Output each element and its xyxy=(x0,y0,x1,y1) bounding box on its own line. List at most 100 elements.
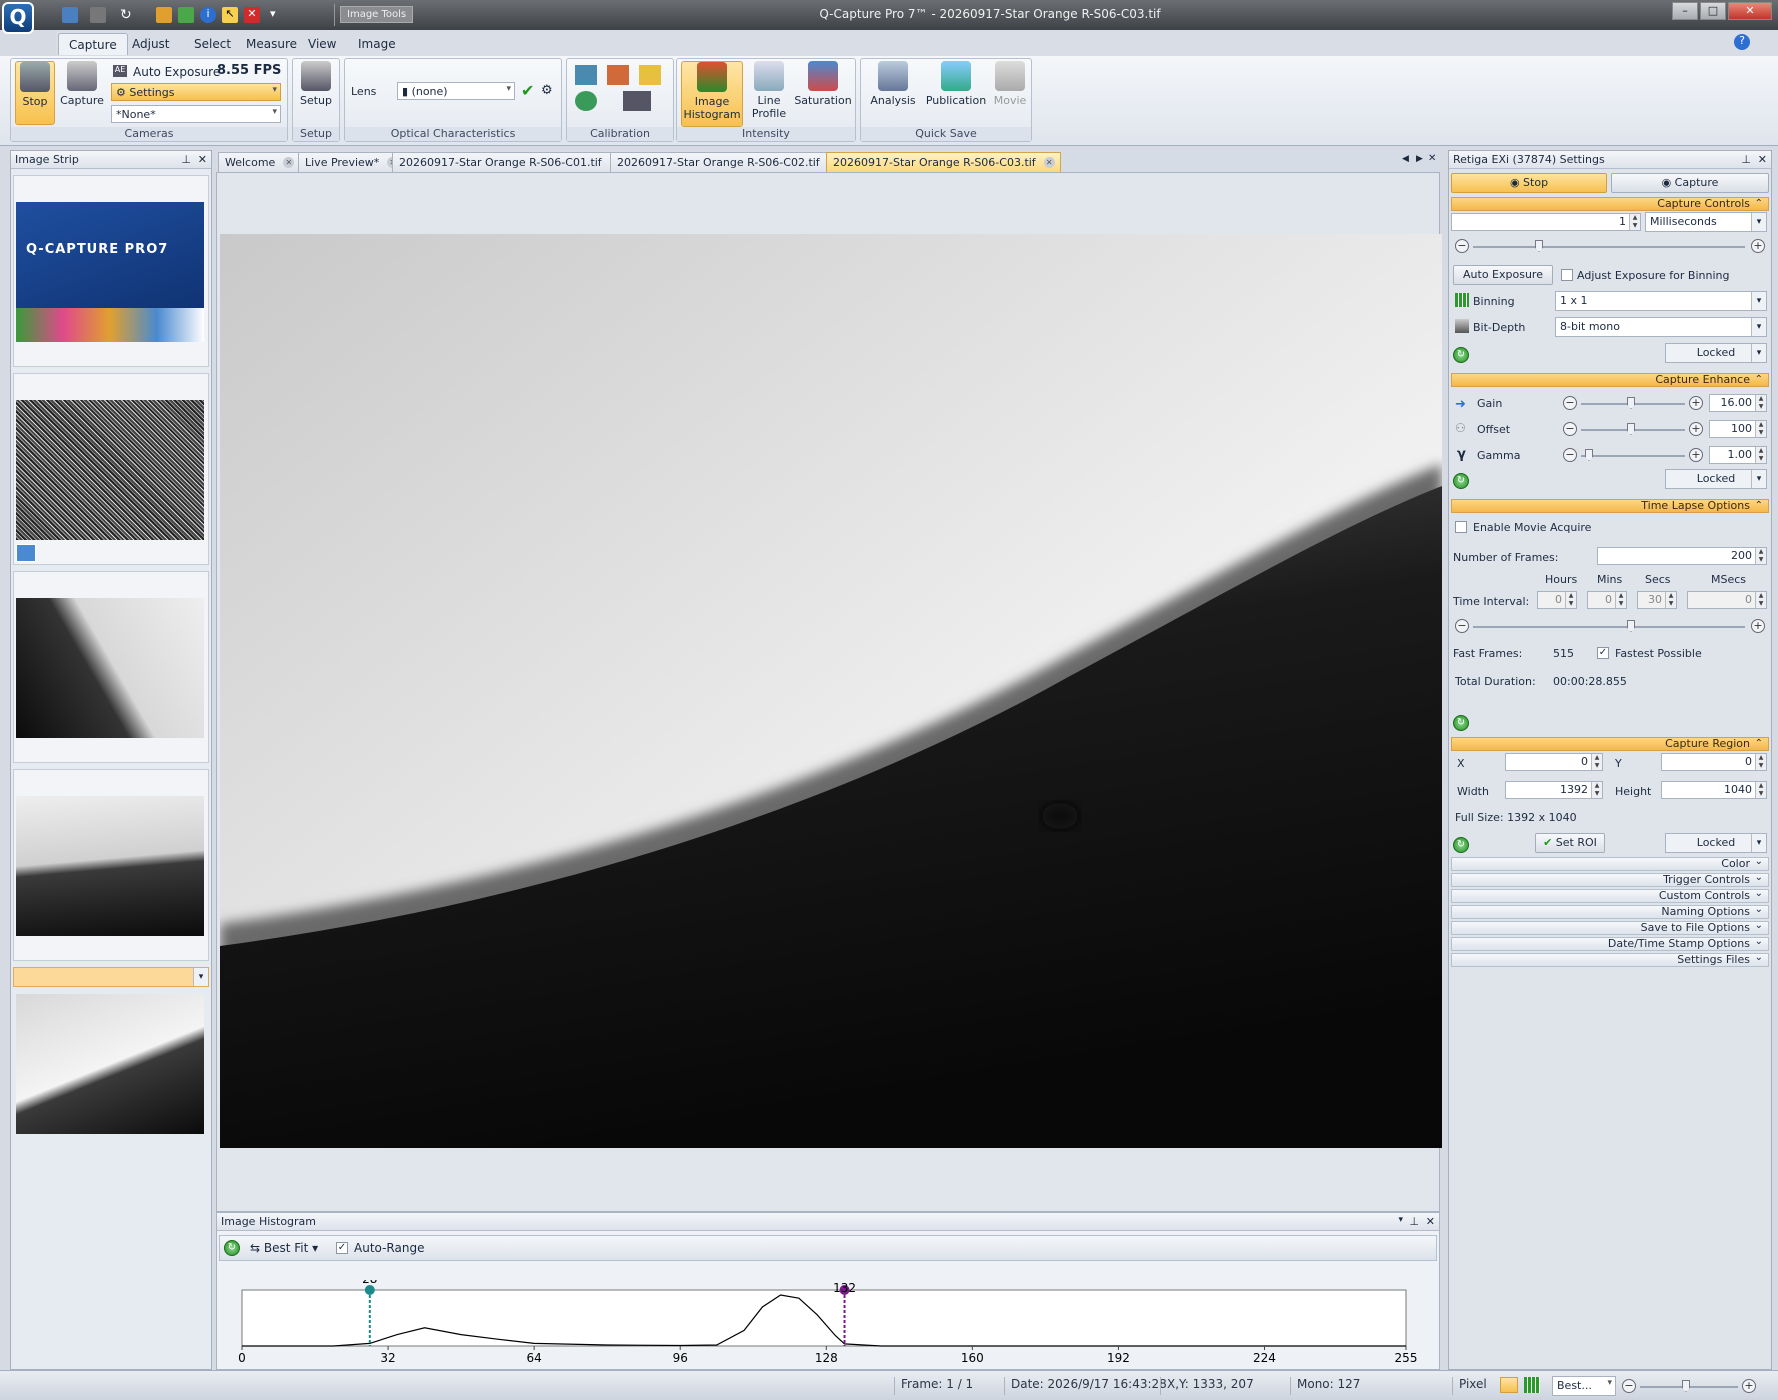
capture-enhance-section[interactable]: Capture Enhance xyxy=(1451,373,1769,387)
locked-select[interactable]: Locked xyxy=(1665,833,1767,853)
decrease-icon[interactable]: − xyxy=(1563,422,1577,436)
maximize-button[interactable]: □ xyxy=(1700,2,1726,20)
pin-icon[interactable]: ⊥ xyxy=(1741,153,1751,166)
mins-input[interactable]: 0 ▲ ▼ xyxy=(1587,591,1627,609)
thumbnail-c01[interactable] xyxy=(13,571,209,763)
tab-live-preview[interactable]: Live Preview*✕ xyxy=(298,152,405,172)
enable-movie-checkbox[interactable] xyxy=(1455,521,1467,533)
set-roi-button[interactable]: ✔ Set ROI xyxy=(1535,833,1605,853)
thumbnail-c02[interactable] xyxy=(13,769,209,961)
exposure-unit-select[interactable]: Milliseconds xyxy=(1645,212,1767,232)
capture-region-section[interactable]: Capture Region xyxy=(1451,737,1769,751)
capture-controls-section[interactable]: Capture Controls xyxy=(1451,197,1769,211)
app-logo[interactable]: Q xyxy=(2,2,34,34)
offset-slider-thumb[interactable] xyxy=(1627,423,1635,435)
zoom-in-icon[interactable]: + xyxy=(1742,1379,1756,1393)
decrease-icon[interactable]: − xyxy=(1455,239,1469,253)
gamma-input[interactable]: 1.00 ▲ ▼ xyxy=(1709,446,1767,464)
dropdown-icon[interactable]: ▾ xyxy=(1398,1215,1403,1225)
exposure-slider-thumb[interactable] xyxy=(1535,240,1543,252)
auto-exposure-button[interactable]: Auto Exposure xyxy=(1453,265,1553,285)
date-time-stamp-section[interactable]: Date/Time Stamp Options xyxy=(1451,936,1769,951)
tab-c03[interactable]: 20260917-Star Orange R-S06-C03.tif ✕ xyxy=(826,152,1061,172)
time-lapse-section[interactable]: Time Lapse Options xyxy=(1451,499,1769,513)
decrease-icon[interactable]: − xyxy=(1563,396,1577,410)
minimize-button[interactable]: – xyxy=(1672,2,1698,20)
publication-button[interactable]: Publication xyxy=(923,61,989,127)
calibrate-icon[interactable] xyxy=(575,65,597,85)
naming-options-section[interactable]: Naming Options xyxy=(1451,904,1769,919)
saturation-button[interactable]: Saturation xyxy=(793,61,853,127)
increase-icon[interactable]: + xyxy=(1689,448,1703,462)
spinner-icon[interactable]: ▲ ▼ xyxy=(1629,214,1640,230)
bit-depth-select[interactable]: 8-bit mono xyxy=(1555,317,1767,337)
tab-scroll-left-icon[interactable]: ◀ xyxy=(1402,154,1409,164)
settings-files-section[interactable]: Settings Files xyxy=(1451,952,1769,967)
decrease-icon[interactable]: − xyxy=(1563,448,1577,462)
spinner-icon[interactable]: ▲ ▼ xyxy=(1755,447,1766,463)
close-tab-icon[interactable]: ✕ xyxy=(1043,157,1055,168)
spinner-icon[interactable]: ▲ ▼ xyxy=(1591,782,1602,798)
spinner-icon[interactable]: ▲ ▼ xyxy=(1755,754,1766,770)
close-panel-icon[interactable]: ✕ xyxy=(1758,153,1767,166)
histogram-chart[interactable]: 28 132 0 32 64 96 128 160 192 224 255 xyxy=(216,1280,1440,1370)
increase-icon[interactable]: + xyxy=(1751,619,1765,633)
zoom-slider-thumb[interactable] xyxy=(1682,1380,1690,1392)
close-panel-icon[interactable]: ✕ xyxy=(1426,1215,1435,1228)
save-to-file-section[interactable]: Save to File Options xyxy=(1451,920,1769,935)
capture-button[interactable]: Capture xyxy=(59,61,105,125)
settings-dropdown[interactable]: ⚙ Settings xyxy=(111,83,281,101)
save-icon[interactable] xyxy=(90,7,106,23)
fastest-possible-checkbox[interactable]: ✓ xyxy=(1597,647,1609,659)
locked-select[interactable]: Locked xyxy=(1665,469,1767,489)
tab-capture[interactable]: Capture xyxy=(58,33,128,55)
movie-button[interactable]: Movie xyxy=(991,61,1029,127)
frames-input[interactable]: 200 ▲ ▼ xyxy=(1597,547,1767,565)
tab-welcome[interactable]: Welcome ✕ xyxy=(218,152,301,172)
pin-icon[interactable]: ⊥ xyxy=(1409,1215,1419,1228)
low-marker-handle[interactable] xyxy=(364,1285,375,1295)
increase-icon[interactable]: + xyxy=(1689,396,1703,410)
gain-input[interactable]: 16.00 ▲ ▼ xyxy=(1709,394,1767,412)
capture-tab-button[interactable]: ◉ Capture xyxy=(1611,173,1769,193)
tab-c01[interactable]: 20260917-Star Orange R-S06-C01.tif✕ xyxy=(392,152,627,172)
pin-icon[interactable]: ⊥ xyxy=(181,153,191,166)
thumbnail-welcome[interactable]: Q-CAPTURE PRO7 xyxy=(13,175,209,367)
pixel-mode[interactable]: Pixel xyxy=(1452,1377,1487,1395)
camera-calibration-icon[interactable] xyxy=(623,91,651,111)
height-input[interactable]: 1040 ▲ ▼ xyxy=(1661,781,1767,799)
customize-qat-icon[interactable]: ▾ xyxy=(270,7,286,23)
thumbnail-c03[interactable] xyxy=(13,967,209,1134)
trigger-controls-section[interactable]: Trigger Controls xyxy=(1451,872,1769,887)
tab-view[interactable]: View xyxy=(298,33,346,55)
interval-slider[interactable] xyxy=(1473,626,1745,628)
spinner-icon[interactable]: ▲ ▼ xyxy=(1565,592,1576,608)
spinner-icon[interactable]: ▲ ▼ xyxy=(1665,592,1676,608)
tab-image[interactable]: Image xyxy=(348,33,406,55)
close-document-icon[interactable]: ✕ xyxy=(1428,153,1436,164)
spinner-icon[interactable]: ▲ ▼ xyxy=(1755,782,1766,798)
spinner-icon[interactable]: ▲ ▼ xyxy=(1591,754,1602,770)
msecs-input[interactable]: 0 ▲ ▼ xyxy=(1687,591,1767,609)
spinner-icon[interactable]: ▲ ▼ xyxy=(1755,592,1766,608)
gamma-slider-thumb[interactable] xyxy=(1585,449,1593,461)
tools-icon[interactable] xyxy=(178,7,194,23)
exposure-slider[interactable] xyxy=(1473,246,1745,248)
locked-select[interactable]: Locked xyxy=(1665,343,1767,363)
pointer-icon[interactable]: ↖ xyxy=(222,7,238,23)
info-icon[interactable]: i xyxy=(200,7,216,23)
thumbnail-live-preview[interactable] xyxy=(13,373,209,565)
hours-input[interactable]: 0 ▲ ▼ xyxy=(1537,591,1577,609)
close-button[interactable]: ✕ xyxy=(1728,2,1772,20)
apply-lens-icon[interactable]: ✔ xyxy=(521,81,534,100)
binning-select[interactable]: 1 x 1 xyxy=(1555,291,1767,311)
interval-slider-thumb[interactable] xyxy=(1627,620,1635,632)
new-window-icon[interactable] xyxy=(62,7,78,23)
width-input[interactable]: 1392 ▲ ▼ xyxy=(1505,781,1603,799)
gain-slider-thumb[interactable] xyxy=(1627,397,1635,409)
spinner-icon[interactable]: ▲ ▼ xyxy=(1615,592,1626,608)
refresh-icon[interactable]: ↻ xyxy=(1453,837,1469,853)
increase-icon[interactable]: + xyxy=(1751,239,1765,253)
image-view-icon[interactable] xyxy=(1500,1377,1518,1393)
analysis-button[interactable]: Analysis xyxy=(865,61,921,127)
